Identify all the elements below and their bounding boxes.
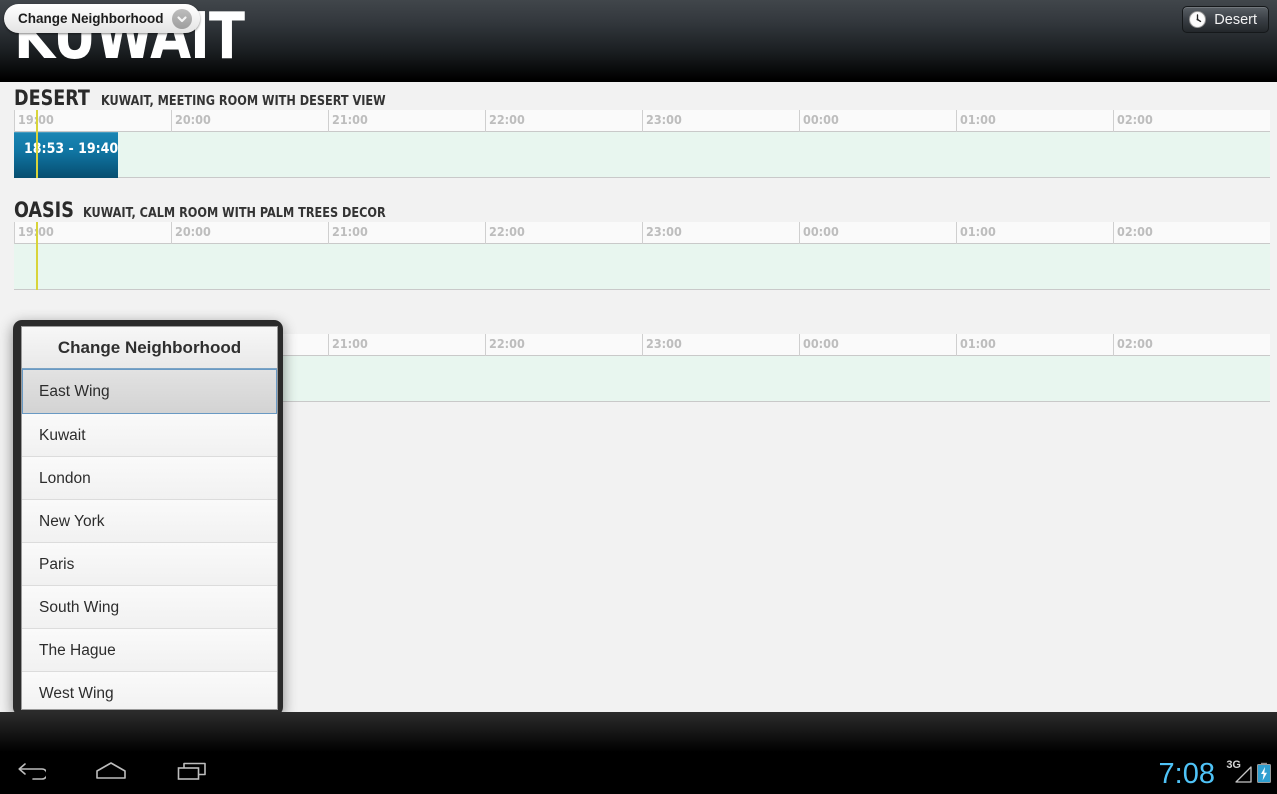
time-tick: 02:00 (1113, 110, 1153, 132)
dialog-option-the-hague[interactable]: The Hague (22, 629, 277, 672)
time-tick: 20:00 (171, 222, 211, 244)
timeline-ruler: 19:00 20:00 21:00 22:00 23:00 00:00 01:0… (14, 110, 1270, 132)
home-icon[interactable] (94, 760, 128, 787)
room-description: KUWAIT, MEETING ROOM WITH DESERT VIEW (100, 93, 386, 109)
dialog-option-paris[interactable]: Paris (22, 543, 277, 586)
battery-charging-icon (1256, 762, 1272, 789)
room-header: OASIS KUWAIT, CALM ROOM WITH PALM TREES D… (0, 194, 1277, 222)
time-tick: 01:00 (956, 110, 996, 132)
time-tick: 19:00 (14, 110, 54, 132)
time-tick: 00:00 (799, 110, 839, 132)
time-tick: 02:00 (1113, 222, 1153, 244)
dialog-title: Change Neighborhood (22, 327, 277, 369)
dialog-option-kuwait[interactable]: Kuwait (22, 414, 277, 457)
system-clock: 7:08 (1158, 758, 1215, 790)
time-tick: 22:00 (485, 110, 525, 132)
change-neighborhood-button[interactable]: Change Neighborhood (4, 4, 200, 33)
change-neighborhood-dialog: Change Neighborhood East Wing Kuwait Lon… (21, 326, 278, 710)
current-room-button[interactable]: Desert (1182, 6, 1269, 33)
room-name: DESERT (14, 86, 90, 110)
timeline-lane[interactable]: 18:53 - 19:40 (14, 110, 1270, 178)
dialog-option-east-wing[interactable]: East Wing (22, 369, 277, 414)
time-tick: 00:00 (799, 222, 839, 244)
row-spacer (0, 178, 1277, 194)
system-navigation-bar: 7:08 3G (0, 752, 1277, 794)
dialog-option-new-york[interactable]: New York (22, 500, 277, 543)
time-tick: 22:00 (485, 334, 525, 356)
current-room-label: Desert (1214, 11, 1257, 28)
dialog-option-west-wing[interactable]: West Wing (22, 672, 277, 709)
time-tick: 00:00 (799, 334, 839, 356)
time-tick: 01:00 (956, 334, 996, 356)
app-root: KUWAIT DESERT KUWAIT, MEETING ROOM WITH D… (0, 0, 1277, 794)
time-tick: 02:00 (1113, 334, 1153, 356)
chevron-down-icon (171, 8, 192, 29)
time-tick: 23:00 (642, 334, 682, 356)
clock-icon (1188, 10, 1207, 29)
time-tick: 20:00 (171, 110, 211, 132)
time-tick: 23:00 (642, 222, 682, 244)
booking-block[interactable]: 18:53 - 19:40 (14, 132, 118, 178)
back-icon[interactable] (16, 760, 48, 787)
timeline-lane[interactable] (14, 222, 1270, 290)
row-spacer (0, 290, 1277, 306)
change-neighborhood-label: Change Neighborhood (18, 11, 164, 26)
current-time-line (36, 222, 38, 290)
room-description: KUWAIT, CALM ROOM WITH PALM TREES DECOR (83, 205, 387, 221)
nav-keys (16, 752, 210, 794)
time-tick: 23:00 (642, 110, 682, 132)
timeline-ruler: 19:00 20:00 21:00 22:00 23:00 00:00 01:0… (14, 222, 1270, 244)
time-tick: 19:00 (14, 222, 54, 244)
dialog-option-london[interactable]: London (22, 457, 277, 500)
time-tick: 22:00 (485, 222, 525, 244)
current-time-line (36, 110, 38, 178)
time-tick: 01:00 (956, 222, 996, 244)
time-tick: 21:00 (328, 222, 368, 244)
dialog-option-south-wing[interactable]: South Wing (22, 586, 277, 629)
action-bar (0, 712, 1277, 752)
room-row[interactable]: OASIS KUWAIT, CALM ROOM WITH PALM TREES D… (0, 194, 1277, 290)
signal-strength-icon (1235, 764, 1253, 789)
room-name: OASIS (14, 198, 74, 222)
recent-apps-icon[interactable] (176, 760, 210, 787)
room-row[interactable]: DESERT KUWAIT, MEETING ROOM WITH DESERT V… (0, 82, 1277, 178)
room-header: DESERT KUWAIT, MEETING ROOM WITH DESERT V… (0, 82, 1277, 110)
time-tick: 21:00 (328, 334, 368, 356)
time-tick: 21:00 (328, 110, 368, 132)
